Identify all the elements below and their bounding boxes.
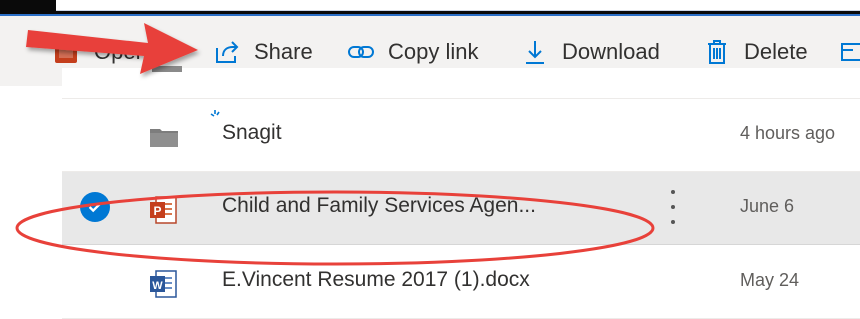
file-name[interactable]: Child and Family Services Agen... <box>222 194 536 218</box>
office-app-icon <box>52 37 82 67</box>
svg-text:P: P <box>153 204 161 218</box>
trash-icon <box>702 37 732 67</box>
file-row-selected[interactable]: P Child and Family Services Agen... June… <box>62 172 860 245</box>
download-button[interactable]: Download <box>520 32 660 72</box>
delete-label: Delete <box>744 39 808 64</box>
window-top-edge <box>56 0 860 11</box>
svg-text:W: W <box>152 280 163 292</box>
folder-icon <box>152 66 182 72</box>
delete-button[interactable]: Delete <box>702 32 808 72</box>
share-button[interactable]: Share <box>212 32 313 72</box>
link-icon <box>346 37 376 67</box>
file-modified: May 24 <box>740 270 800 290</box>
file-list: Snagit 4 hours ago P Child and Family Se… <box>0 66 860 319</box>
more-commands-button[interactable] <box>838 32 860 72</box>
download-icon <box>520 37 550 67</box>
share-label: Share <box>254 39 313 64</box>
file-row[interactable]: Snagit 4 hours ago <box>62 99 860 172</box>
folder-icon <box>148 121 180 153</box>
copy-link-label: Copy link <box>388 39 479 64</box>
file-modified: 4 hours ago <box>740 123 836 143</box>
file-name[interactable]: Snagit <box>222 121 282 145</box>
share-icon <box>212 37 242 67</box>
open-button[interactable]: Open <box>52 32 148 72</box>
word-icon: W <box>148 268 180 300</box>
more-options-icon[interactable] <box>666 190 680 224</box>
move-icon <box>838 37 860 67</box>
file-row[interactable]: W E.Vincent Resume 2017 (1).docx May 24 <box>62 246 860 319</box>
copy-link-button[interactable]: Copy link <box>346 32 478 72</box>
new-item-sparkle-icon <box>208 109 222 128</box>
file-modified: June 6 <box>740 196 795 216</box>
file-row-partial[interactable] <box>62 66 860 99</box>
powerpoint-icon: P <box>148 194 180 226</box>
checkmark-icon[interactable] <box>80 192 110 222</box>
open-label: Open <box>94 39 148 64</box>
download-label: Download <box>562 39 660 64</box>
file-name[interactable]: E.Vincent Resume 2017 (1).docx <box>222 268 530 292</box>
